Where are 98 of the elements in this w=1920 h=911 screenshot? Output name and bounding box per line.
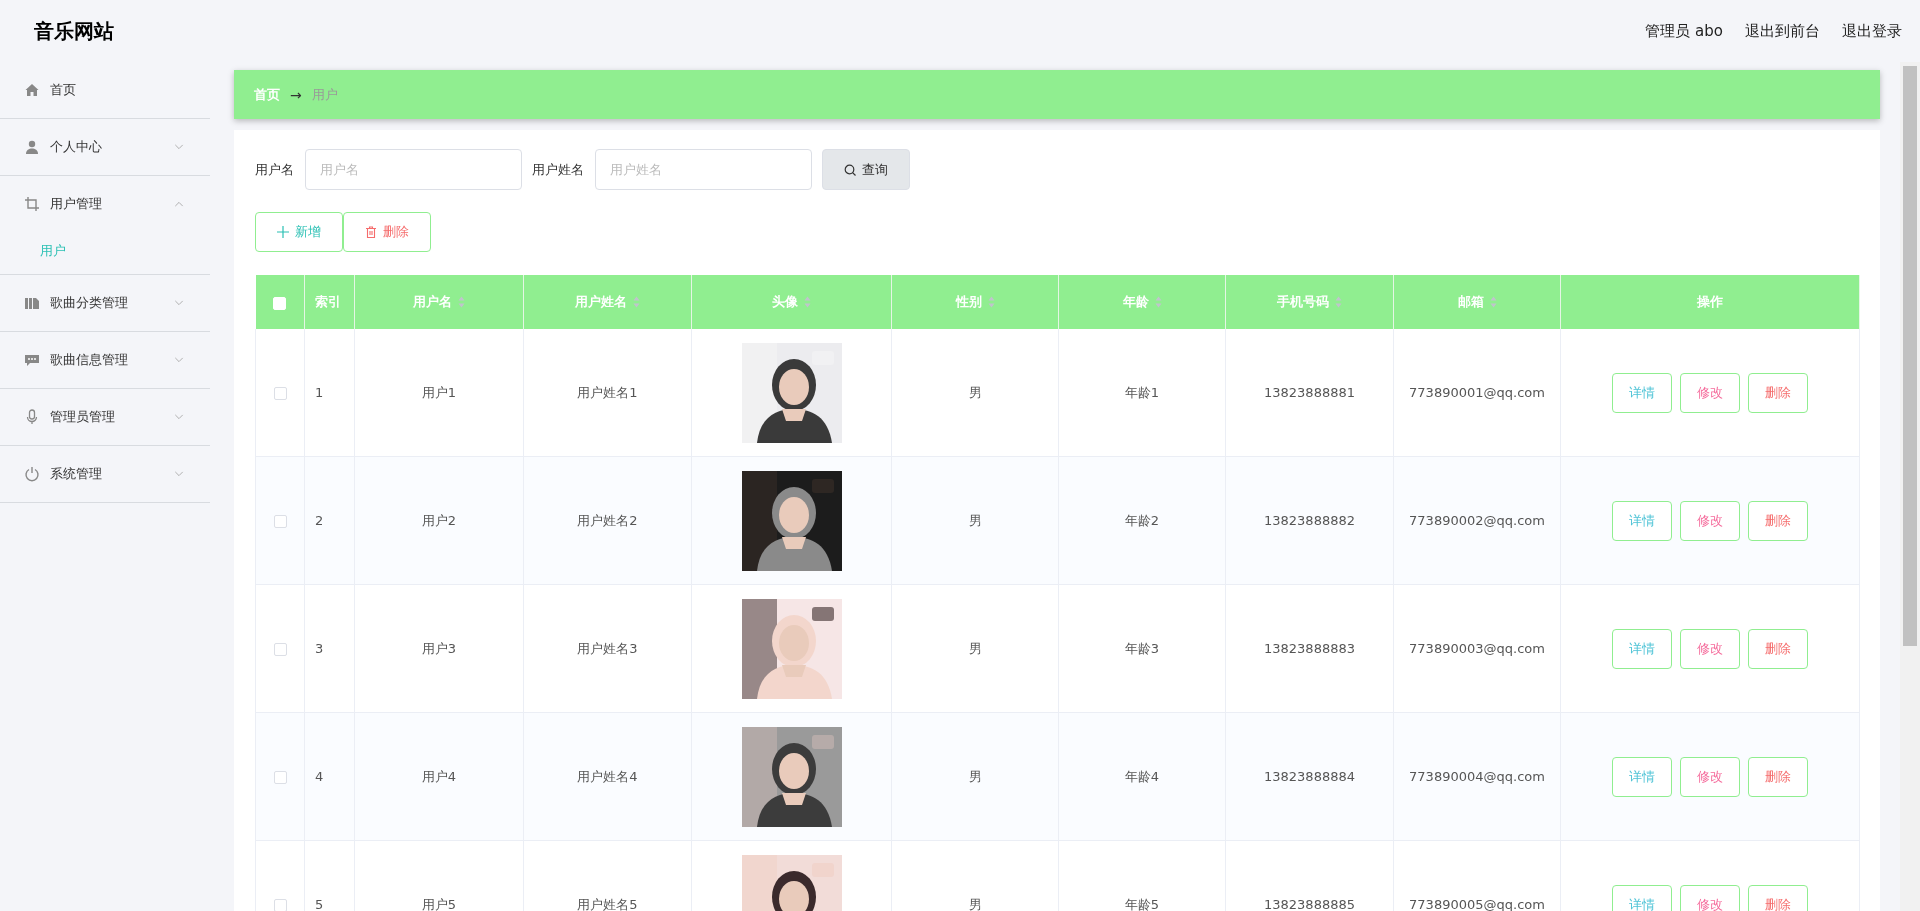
search-button[interactable]: 查询 [822,149,910,190]
table-cell: 用户姓名5 [577,896,638,911]
edit-button[interactable]: 修改 [1680,884,1740,911]
table-cell: 用户1 [421,384,457,400]
table-cell: 2 [315,513,324,528]
crop-icon [24,196,40,212]
table-cell: 年龄4 [1124,768,1160,784]
scrollbar[interactable] [1900,62,1920,911]
header-link[interactable]: 退出到前台 [1745,21,1820,41]
table-cell: 男 [968,640,982,656]
table-cell: 773890003@qq.com [1409,641,1545,656]
sidebar-item[interactable]: 首页 [0,62,210,119]
row-checkbox[interactable] [273,899,287,911]
table-cell: 13823888881 [1264,385,1355,400]
table-cell: 年龄3 [1124,640,1160,656]
books-icon [24,295,40,311]
delete-button[interactable]: 删除 [1748,756,1808,797]
admin-name: 管理员 abo [1645,21,1723,41]
table-cell: 男 [968,384,982,400]
select-all-checkbox[interactable] [273,296,287,310]
table-cell: 3 [315,641,324,656]
site-title: 音乐网站 [34,17,114,45]
sidebar-item[interactable]: 管理员管理 [0,389,210,446]
table-cell: 773890001@qq.com [1409,385,1545,400]
edit-button[interactable]: 修改 [1680,756,1740,797]
microphone-icon [24,409,40,425]
sidebar-item[interactable]: 歌曲分类管理 [0,275,210,332]
sort-icon [987,296,995,308]
table-cell: 4 [315,769,324,784]
sort-icon [1335,296,1342,308]
sidebar-item[interactable]: 系统管理 [0,446,210,503]
table-cell: 13823888882 [1264,513,1355,528]
table-cell: 年龄2 [1124,512,1160,528]
breadcrumb-separator: → [290,86,302,103]
table-cell: 用户5 [421,896,457,911]
sort-icon [804,296,811,308]
sort-icon [458,296,465,308]
table-cell: 用户3 [421,640,457,656]
detail-button[interactable]: 详情 [1612,884,1672,911]
row-checkbox[interactable] [273,643,287,656]
table-cell: 773890002@qq.com [1409,513,1545,528]
sidebar-item[interactable]: 个人中心 [0,119,210,176]
sort-icon [633,296,640,308]
table-cell: 男 [968,896,982,911]
table-cell: 用户2 [421,512,457,528]
table-cell: 男 [968,768,982,784]
table-cell: 773890004@qq.com [1409,769,1545,784]
delete-button[interactable]: 删除 [1748,884,1808,911]
table-cell: 5 [315,897,324,911]
table-cell: 用户姓名4 [577,768,638,784]
scrollbar-thumb[interactable] [1903,66,1917,646]
table-cell: 13823888885 [1264,897,1355,911]
table-cell: 1 [315,385,324,400]
delete-button[interactable]: 删除 [1748,372,1808,413]
field-label: 用户名 [255,160,294,179]
table-cell: 13823888883 [1264,641,1355,656]
table-cell: 年龄5 [1124,896,1160,911]
table-cell: 773890005@qq.com [1409,897,1545,911]
table-cell: 年龄1 [1124,384,1160,400]
column-header: 索引 [304,275,355,329]
row-checkbox[interactable] [273,771,287,784]
sort-icon [1154,296,1162,308]
detail-button[interactable]: 详情 [1612,756,1672,797]
detail-button[interactable]: 详情 [1612,500,1672,541]
detail-button[interactable]: 详情 [1612,372,1672,413]
edit-button[interactable]: 修改 [1680,500,1740,541]
search-field[interactable]: 用户姓名 [595,149,812,190]
chat-icon [24,352,40,368]
row-checkbox[interactable] [273,515,287,528]
row-checkbox[interactable] [273,387,287,400]
edit-button[interactable]: 修改 [1680,628,1740,669]
table-cell: 男 [968,512,982,528]
plus-icon [277,226,289,238]
sidebar-subitem[interactable]: 用户 [40,242,66,260]
table-cell: 用户4 [421,768,457,784]
home-icon [24,82,40,98]
delete-button[interactable]: 删除 [343,212,431,252]
edit-button[interactable]: 修改 [1680,372,1740,413]
detail-button[interactable]: 详情 [1612,628,1672,669]
sidebar-item[interactable]: 歌曲信息管理 [0,332,210,389]
person-icon [24,139,40,155]
sidebar-item[interactable]: 用户管理 [0,176,210,232]
delete-button[interactable]: 删除 [1748,500,1808,541]
delete-button[interactable]: 删除 [1748,628,1808,669]
trash-icon [365,226,377,238]
add-button[interactable]: 新增 [255,212,343,252]
table-cell: 用户姓名1 [577,384,638,400]
table-cell: 13823888884 [1264,769,1355,784]
breadcrumb-current: 用户 [311,85,338,104]
search-icon [844,163,856,176]
field-label: 用户姓名 [532,160,584,179]
table-cell: 用户姓名3 [577,640,638,656]
header-link[interactable]: 退出登录 [1842,21,1902,41]
power-icon [24,466,40,482]
sort-icon [1489,296,1497,308]
table-cell: 用户姓名2 [577,512,638,528]
column-header: 操作 [1560,275,1860,329]
search-field[interactable]: 用户名 [305,149,522,190]
